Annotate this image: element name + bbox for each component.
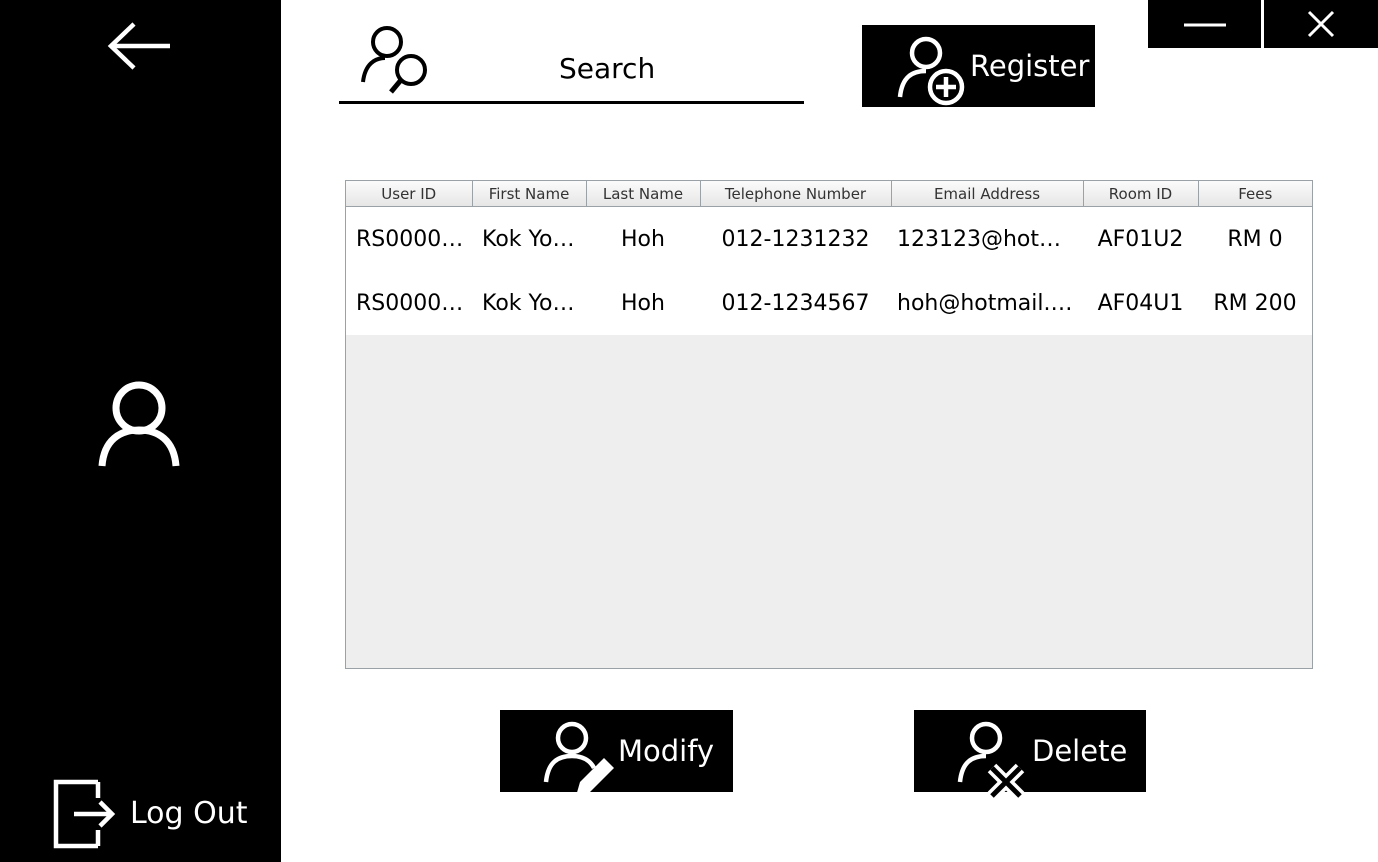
column-header-user-id[interactable]: User ID [346,181,473,207]
logout-label: Log Out [130,796,248,831]
users-table[interactable]: User ID First Name Last Name Telephone N… [345,180,1313,669]
register-label: Register [970,49,1090,83]
back-button[interactable] [104,20,174,74]
column-header-telephone[interactable]: Telephone Number [700,181,892,207]
cell-fees: RM 200 [1198,271,1312,335]
delete-label: Delete [1032,734,1128,768]
user-profile-icon [96,378,182,470]
table-row[interactable]: RS000003 Kok You... Hoh 012-1234567 hoh@… [346,271,1312,335]
cell-last-name: Hoh [586,206,700,271]
user-edit-icon [543,721,614,796]
user-delete-icon [957,721,1025,801]
close-button[interactable] [1264,0,1378,48]
column-header-room-id[interactable]: Room ID [1083,181,1199,207]
table-row[interactable]: RS000002 Kok You... Hoh 012-1231232 1231… [346,206,1312,271]
cell-telephone: 012-1231232 [700,206,891,271]
delete-button[interactable]: Delete [914,710,1146,801]
search-field[interactable]: Search [339,18,804,104]
modify-label: Modify [618,734,715,768]
user-search-icon [361,26,427,94]
modify-button[interactable]: Modify [500,710,733,796]
minimize-button[interactable] [1148,0,1261,48]
cell-room-id: AF04U1 [1083,271,1198,335]
column-header-first-name[interactable]: First Name [472,181,587,207]
sidebar: Log Out [0,0,281,862]
close-icon [1307,10,1335,38]
logout-button[interactable]: Log Out [52,778,252,850]
back-arrow-icon [107,22,170,70]
table-header-row: User ID First Name Last Name Telephone N… [346,181,1312,207]
column-header-fees[interactable]: Fees [1198,181,1312,207]
cell-fees: RM 0 [1198,206,1312,271]
register-button[interactable]: Register [862,25,1095,107]
column-header-email[interactable]: Email Address [891,181,1084,207]
minimize-icon [1184,23,1226,27]
cell-room-id: AF01U2 [1083,206,1198,271]
logout-icon [53,779,116,849]
cell-first-name: Kok You... [472,206,586,271]
column-header-last-name[interactable]: Last Name [586,181,701,207]
cell-last-name: Hoh [586,271,700,335]
cell-email: 123123@hotma... [891,206,1083,271]
user-add-icon [897,36,965,106]
search-label: Search [559,52,656,85]
cell-first-name: Kok You... [472,271,586,335]
cell-email: hoh@hotmail.c... [891,271,1083,335]
cell-user-id: RS000003 [346,271,472,335]
cell-user-id: RS000002 [346,206,472,271]
cell-telephone: 012-1234567 [700,271,891,335]
